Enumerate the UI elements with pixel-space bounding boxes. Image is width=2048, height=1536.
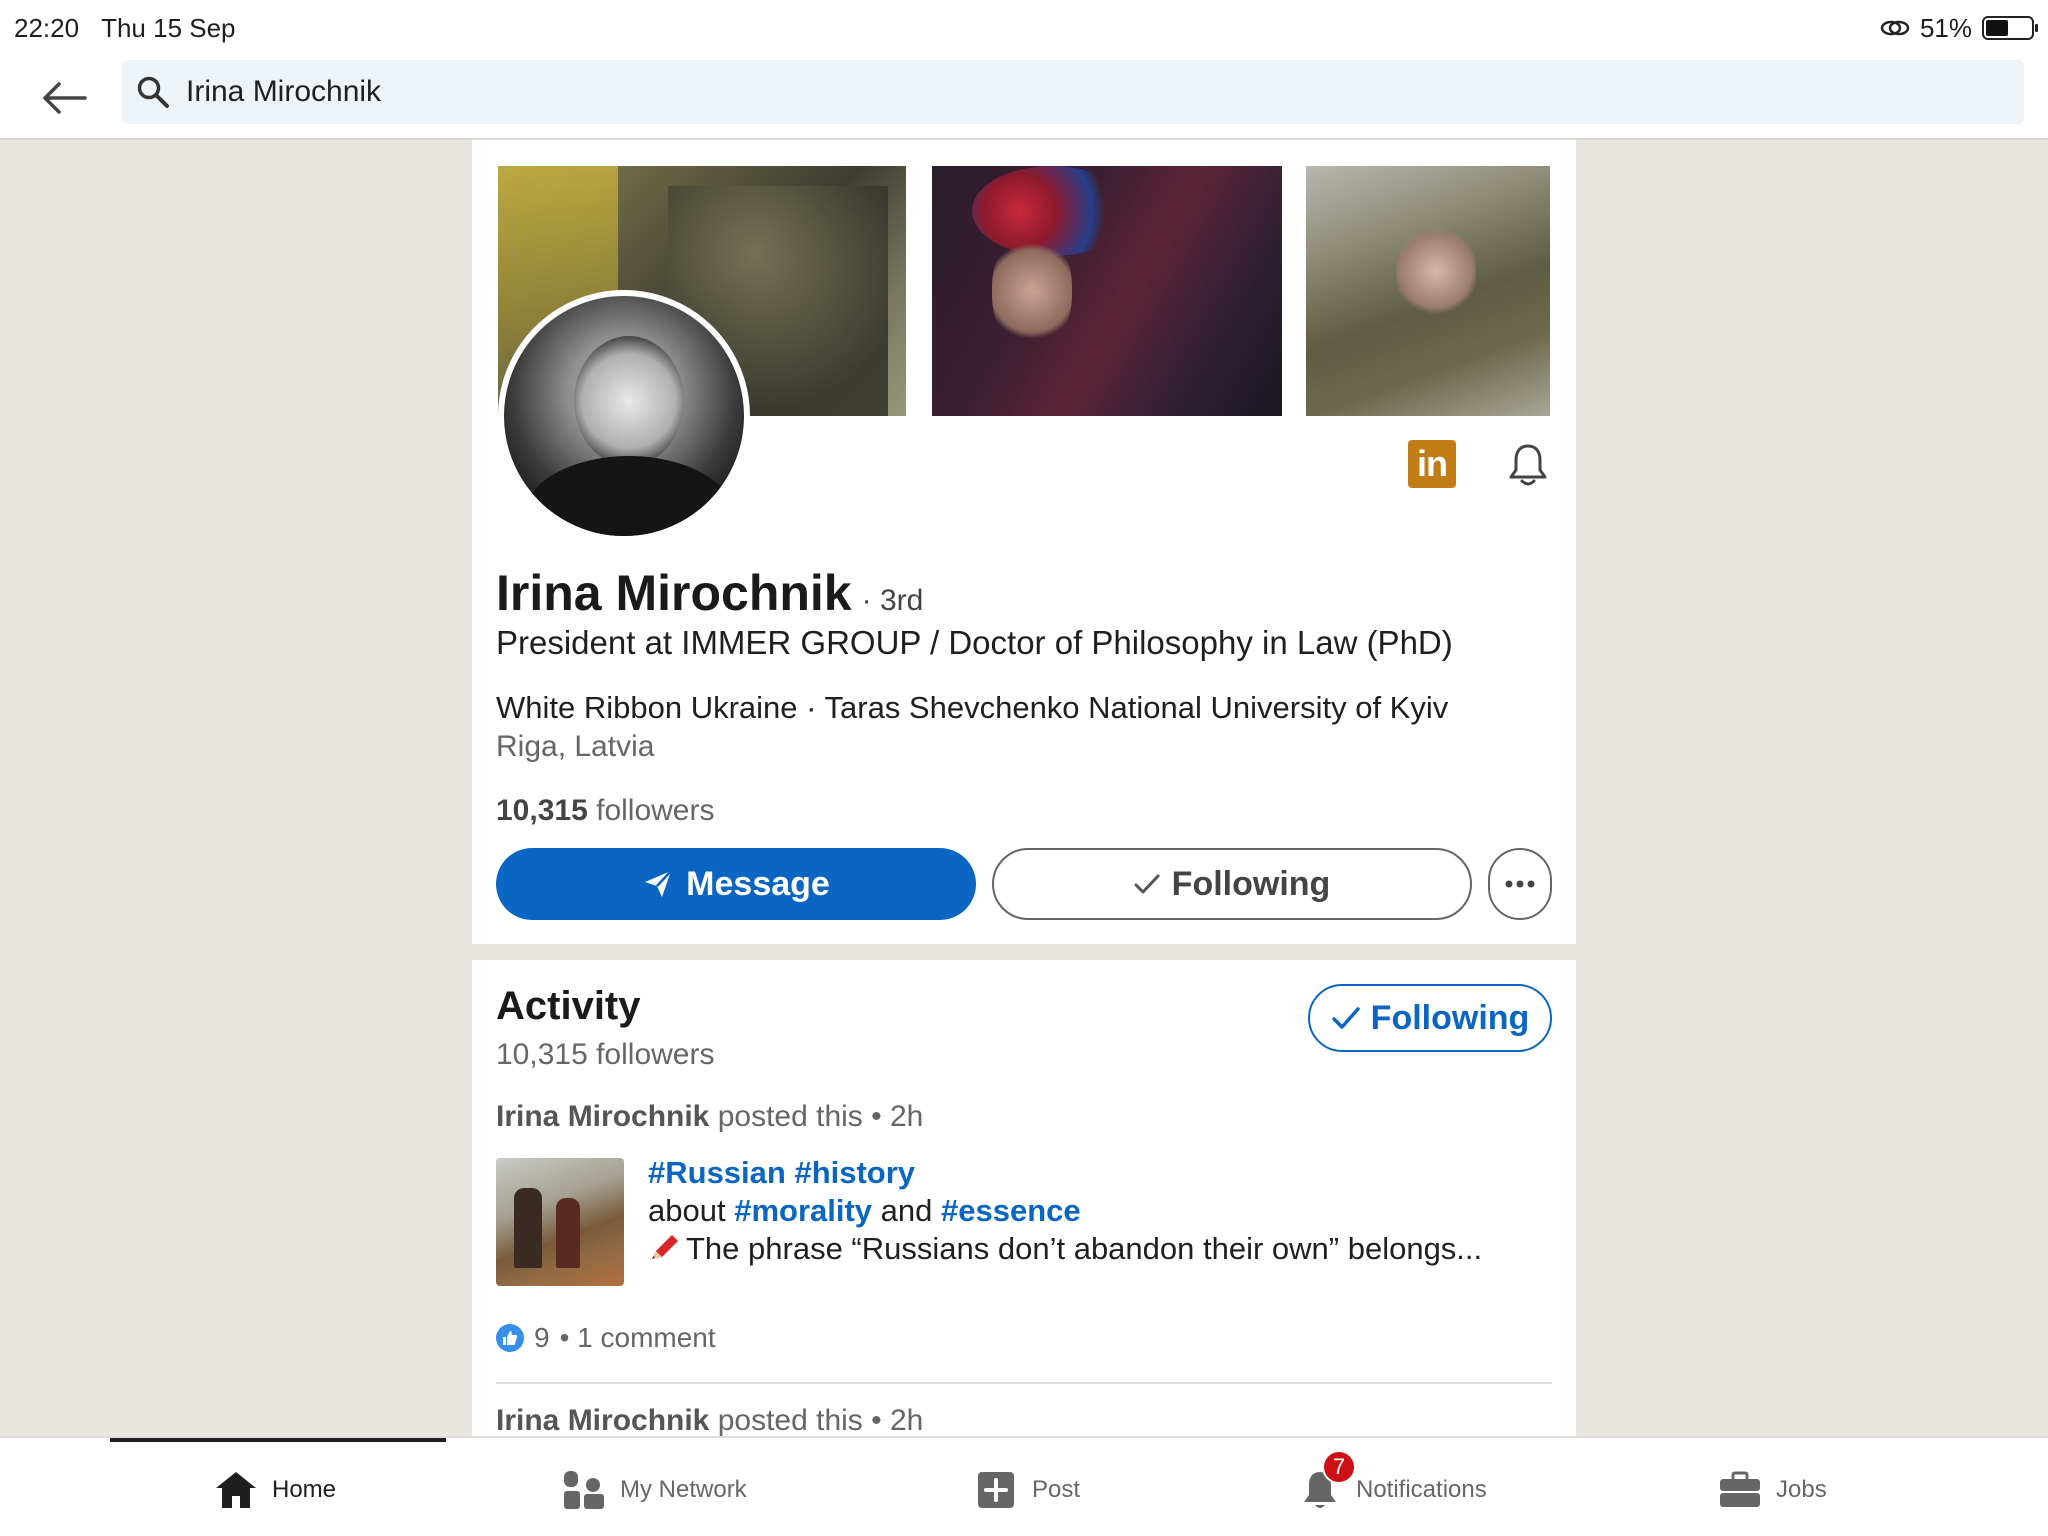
profile-card: in Irina Mirochnik · 3rd President at IM… xyxy=(472,140,1576,944)
more-icon xyxy=(1505,880,1535,888)
more-options-button[interactable] xyxy=(1488,848,1552,920)
status-date: Thu 15 Sep xyxy=(101,12,236,43)
linkedin-premium-icon: in xyxy=(1408,440,1456,488)
bottom-nav: Home My Network Post 7 Notifications Job… xyxy=(0,1436,2048,1536)
check-icon xyxy=(1331,1007,1360,1029)
connection-degree: · 3rd xyxy=(861,584,924,617)
activity-following-label: Following xyxy=(1370,998,1530,1037)
activity-following-button[interactable]: Following xyxy=(1308,984,1552,1052)
nav-my-network[interactable]: My Network xyxy=(562,1466,747,1514)
post-meta-text: posted this • 2h xyxy=(717,1100,924,1133)
battery-percent: 51% xyxy=(1919,12,1972,43)
nav-network-label: My Network xyxy=(620,1476,747,1503)
search-icon xyxy=(137,76,169,108)
nav-active-indicator xyxy=(110,1438,446,1442)
briefcase-icon xyxy=(1720,1471,1760,1507)
post-meta-text-2: posted this • 2h xyxy=(717,1404,924,1436)
profile-location: Riga, Latvia xyxy=(496,730,655,763)
featured-photo-portrait[interactable] xyxy=(932,166,1282,416)
nav-jobs-label: Jobs xyxy=(1776,1476,1827,1503)
like-reaction-icon xyxy=(496,1324,524,1352)
plus-square-icon xyxy=(978,1472,1014,1508)
network-icon xyxy=(564,1471,604,1509)
back-button[interactable] xyxy=(36,72,92,124)
post-hashtags[interactable]: #Russian #history xyxy=(648,1155,915,1190)
post-text-preview: The phrase “Russians don’t abandon their… xyxy=(686,1231,1483,1266)
name-row: Irina Mirochnik · 3rd xyxy=(496,564,923,622)
comment-count[interactable]: • 1 comment xyxy=(560,1322,716,1354)
send-icon xyxy=(645,870,673,897)
nav-post-label: Post xyxy=(1032,1476,1081,1503)
nav-post[interactable]: Post xyxy=(974,1466,1080,1514)
home-icon xyxy=(216,1472,256,1508)
profile-headline: President at IMMER GROUP / Doctor of Phi… xyxy=(496,624,1453,661)
post-header: Irina Mirochnik posted this • 2h xyxy=(496,1100,923,1134)
check-icon xyxy=(1134,874,1160,894)
nav-home[interactable]: Home xyxy=(214,1466,336,1514)
post-divider xyxy=(496,1382,1552,1384)
avatar[interactable] xyxy=(498,290,750,542)
notification-badge: 7 xyxy=(1322,1450,1356,1484)
search-box[interactable] xyxy=(122,60,2024,124)
profile-name: Irina Mirochnik xyxy=(496,565,852,621)
following-label: Following xyxy=(1171,864,1331,903)
reaction-count: 9 xyxy=(534,1322,550,1353)
post-content[interactable]: #Russian #history about #morality and #e… xyxy=(648,1154,1558,1268)
post-thumbnail[interactable] xyxy=(496,1158,624,1286)
profile-followers: 10,315 followers xyxy=(496,794,714,828)
post-header-2: Irina Mirochnik posted this • 2h xyxy=(496,1404,923,1436)
following-button[interactable]: Following xyxy=(992,848,1472,920)
message-label: Message xyxy=(686,864,830,903)
post-text-and: and xyxy=(880,1193,933,1228)
hashtag-essence[interactable]: #essence xyxy=(941,1193,1081,1228)
status-bar: 22:20 Thu 15 Sep 51% xyxy=(0,0,2048,56)
activity-title: Activity xyxy=(496,984,641,1028)
hashtag-morality[interactable]: #morality xyxy=(734,1193,872,1228)
message-button[interactable]: Message xyxy=(496,848,976,920)
nav-home-label: Home xyxy=(272,1476,337,1503)
status-time: 22:20 xyxy=(14,12,80,43)
crayon-icon xyxy=(652,1235,678,1259)
screen-mirroring-icon xyxy=(1880,20,1910,36)
search-input[interactable] xyxy=(186,75,1886,109)
post-author[interactable]: Irina Mirochnik xyxy=(496,1100,709,1133)
followers-label: followers xyxy=(596,794,715,827)
nav-jobs[interactable]: Jobs xyxy=(1718,1466,1827,1514)
battery-icon xyxy=(1982,16,2038,40)
nav-notifications-label: Notifications xyxy=(1356,1476,1487,1503)
activity-followers: 10,315 followers xyxy=(496,1038,715,1071)
post-text-about: about xyxy=(648,1193,726,1228)
activity-card: Activity 10,315 followers Following Irin… xyxy=(472,960,1576,1436)
post-reactions[interactable]: 9 • 1 comment xyxy=(496,1322,716,1354)
bell-icon xyxy=(1509,444,1547,486)
featured-photo-soldiers-2[interactable] xyxy=(1306,166,1550,416)
top-bar xyxy=(0,56,2048,140)
profile-organizations[interactable]: White Ribbon Ukraine · Taras Shevchenko … xyxy=(496,690,1448,726)
followers-count: 10,315 xyxy=(496,794,588,827)
post-author-2[interactable]: Irina Mirochnik xyxy=(496,1404,709,1436)
back-arrow-icon xyxy=(43,82,87,114)
notification-bell-button[interactable] xyxy=(1504,440,1552,490)
nav-notifications[interactable]: 7 Notifications xyxy=(1298,1450,1487,1514)
